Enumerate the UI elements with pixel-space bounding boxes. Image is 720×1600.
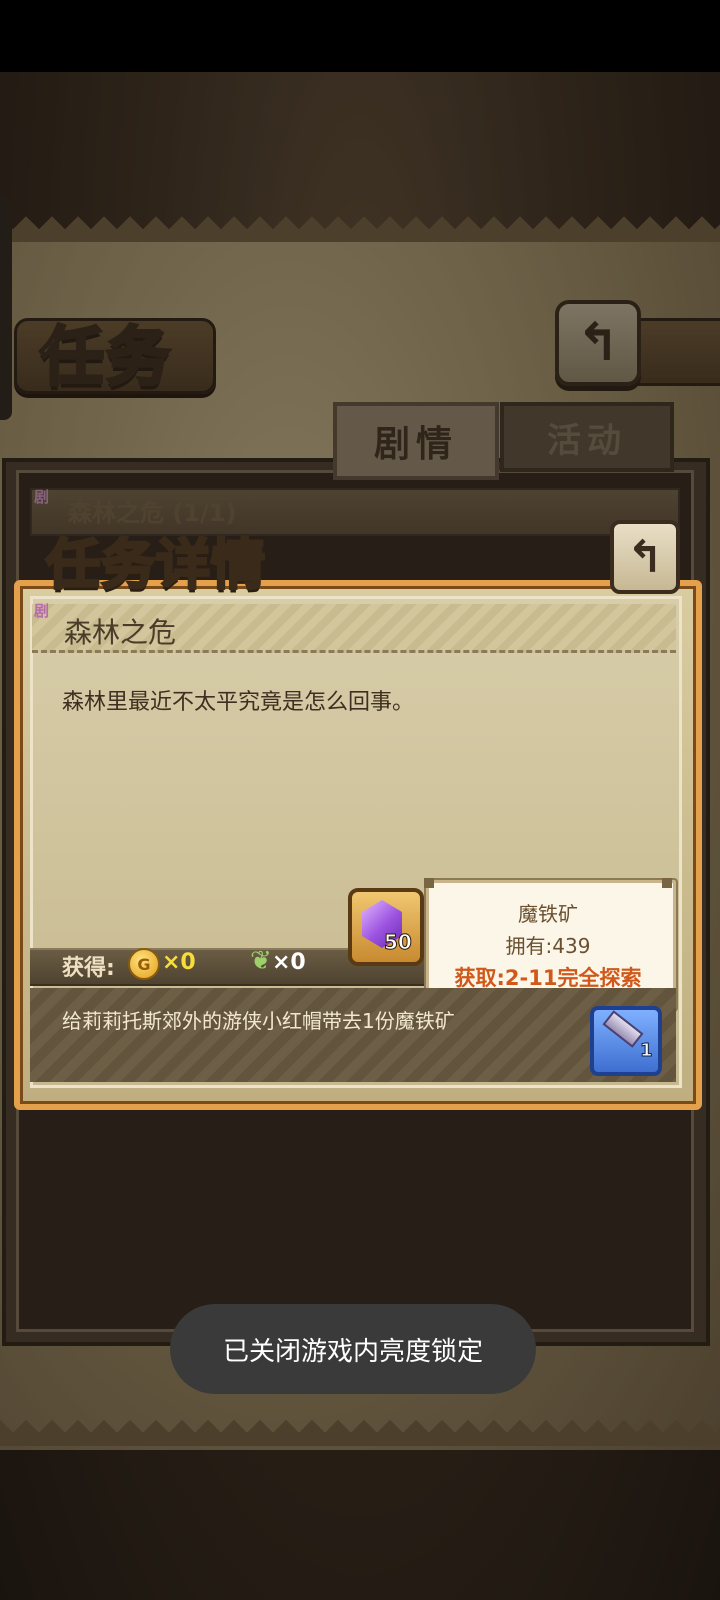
tooltip-item-name: 魔铁矿 [518, 902, 578, 926]
quest-description: 森林里最近不太平究竟是怎么回事。 [62, 690, 415, 715]
feather-icon: ❦ [250, 946, 272, 976]
detail-title: 任务详情 [45, 531, 267, 598]
toast: 已关闭游戏内亮度锁定 [170, 1304, 536, 1394]
coin-icon: G [128, 948, 160, 980]
feather-count: ×0 [272, 950, 306, 975]
objective-text: 给莉莉托斯郊外的游侠小红帽带去1份魔铁矿 [62, 1009, 455, 1033]
story-badge-icon: 剧 [34, 602, 50, 620]
coin-count: ×0 [162, 950, 196, 975]
objective-bar [30, 988, 676, 1082]
detail-close-button[interactable]: ↰ [610, 520, 680, 594]
required-item-qty: 1 [640, 1040, 653, 1062]
reward-item-qty: 50 [384, 930, 413, 955]
back-arrow-icon: ↰ [626, 531, 664, 583]
tooltip-corner [662, 878, 672, 888]
quest-name: 森林之危 [64, 616, 177, 649]
tooltip-owned-count: 拥有:439 [505, 934, 591, 958]
status-bar [0, 0, 720, 72]
tooltip-corner [424, 878, 434, 888]
toast-text: 已关闭游戏内亮度锁定 [222, 1336, 483, 1367]
reward-label: 获得: [62, 956, 115, 981]
